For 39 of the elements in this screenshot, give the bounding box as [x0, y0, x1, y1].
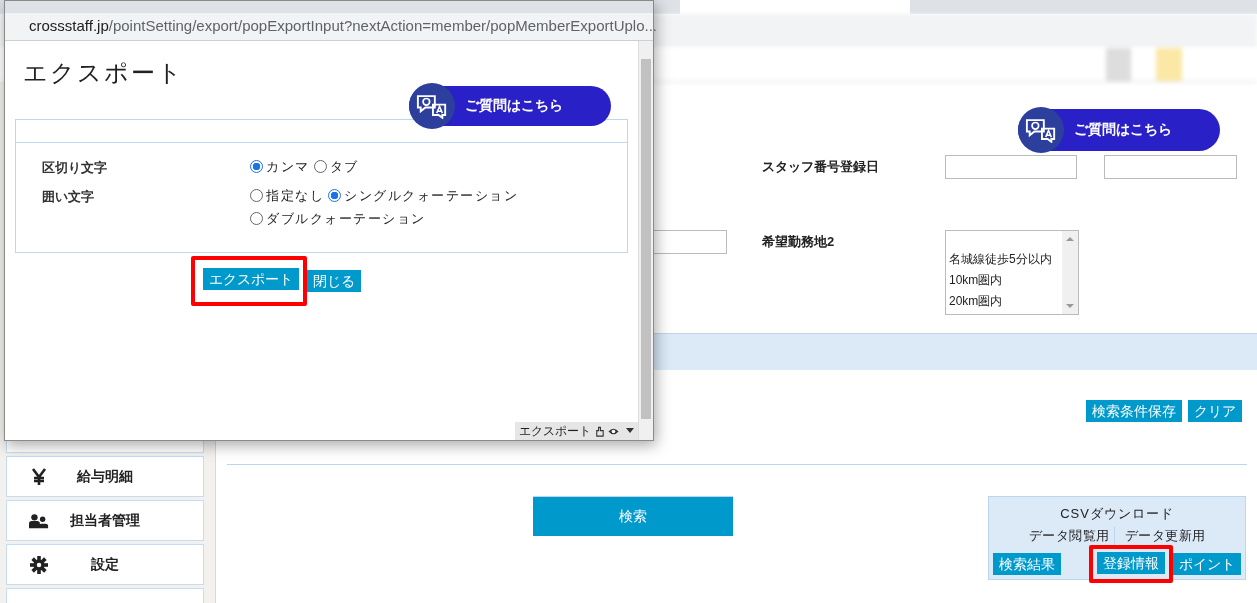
faq-button[interactable]: ご質問はこちら: [409, 86, 611, 126]
list-option[interactable]: 20km圏内: [949, 291, 1059, 312]
listbox[interactable]: 名城線徒歩5分以内 10km圏内 20km圏内: [945, 230, 1079, 315]
gear-icon: [29, 555, 49, 574]
list-option[interactable]: 名城線徒歩5分以内: [949, 249, 1059, 270]
hand-icon: [594, 425, 605, 437]
qa-chat-icon: [416, 93, 448, 119]
radio-button[interactable]: [250, 160, 263, 173]
field-label: スタッフ番号登録日: [761, 158, 880, 176]
list-option[interactable]: 10km圏内: [949, 270, 1059, 291]
scrollbar[interactable]: [638, 41, 653, 440]
radio-label: 指定なし: [266, 188, 324, 203]
status-label: エクスポート: [519, 422, 591, 440]
field-label: 希望勤務地2: [761, 233, 836, 251]
sidebar-item[interactable]: 給与明細: [6, 456, 204, 497]
csv-label: データ更新用: [1113, 527, 1206, 545]
popup-heading: エクスポート: [23, 58, 185, 88]
radio-button[interactable]: [250, 189, 263, 202]
radio-label: ダブルクォーテーション: [266, 211, 426, 226]
users-icon: [29, 511, 49, 530]
radio-button[interactable]: [328, 189, 341, 202]
date-input[interactable]: [1104, 155, 1237, 179]
yen-icon: [29, 467, 49, 486]
radio-button[interactable]: [250, 212, 263, 225]
radio-label: シングルクォーテーション: [344, 188, 518, 203]
scrollbar[interactable]: [1062, 231, 1078, 314]
radio-label: カンマ: [266, 159, 310, 174]
sidebar-item[interactable]: 担当者管理: [6, 500, 204, 541]
csv-label: データ閲覧用: [1028, 527, 1110, 545]
date-input[interactable]: [945, 155, 1077, 179]
qa-chat-icon: [1025, 117, 1057, 143]
radio-button[interactable]: [313, 160, 327, 173]
radio-label: タブ: [329, 159, 359, 174]
faq-button[interactable]: ご質問はこちら: [1018, 109, 1220, 151]
csv-title: CSVダウンロード: [1060, 505, 1174, 523]
option-label: 囲い文字: [42, 188, 95, 206]
sidebar-item[interactable]: 設定: [6, 544, 204, 585]
caret-icon: [626, 428, 634, 434]
option-label: 区切り文字: [42, 159, 108, 177]
